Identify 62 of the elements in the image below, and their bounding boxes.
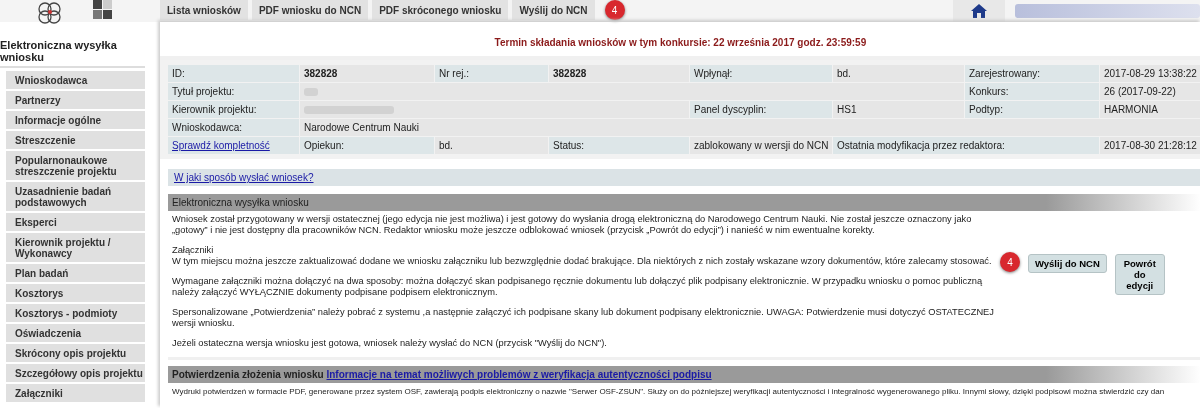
paragraph: Jeżeli ostateczna wersja wniosku jest gotowa, wniosek należy wysłać do NCN (przycisk "Wyślij do NCN"). xyxy=(172,338,608,349)
nav-tab[interactable]: Wyślij do NCN xyxy=(512,0,595,20)
field-value: 2017-08-30 21:28:12 xyxy=(1100,137,1200,154)
paragraph: W tym miejscu można jeszcze zaktualizować dodane we wniosku załączniku lub bezwzględnie dodać brakujące. Dla niektórych z nich zostały wskazane wzory dokumentów, które zalecamy stosować. xyxy=(172,256,993,267)
field-label: Kierownik projektu: xyxy=(168,101,299,118)
field-label: Wpłynął: xyxy=(690,65,832,82)
paragraph: Spersonalizowane „Potwierdzenia” należy pobrać z systemu ,a następnie załączyć ich podpisane skany lub dokument podpisany elektronicznie. UWAGA: Potwierdzenie musi dotyczyć OSTATECZNEJ wersji wniosku. xyxy=(172,307,995,329)
back-to-edit-button[interactable]: Powrót do edycji xyxy=(1114,254,1165,295)
field-label: Ostatnia modyfikacja przez redaktora: xyxy=(833,137,1099,154)
nav-tab[interactable]: Lista wniosków xyxy=(160,0,248,20)
home-button[interactable] xyxy=(953,0,1005,22)
field-label: Nr rej.: xyxy=(435,65,548,82)
paragraph: Wydruki potwierdzeń w formacie PDF, generowane przez system OSF, zawierają podpis elektroniczny o nazwie "Serwer OSF-ZSUN". Służy on do późniejszej weryfikacji autentyczności i integralność wygenerowanego pliku. Innymi słowy, dzięki podpisowi można stwierdzić czy dan xyxy=(171,386,1166,398)
sidebar-title: Elektroniczna wysyłka wniosku xyxy=(0,39,145,68)
field-value: 382828 xyxy=(549,65,689,82)
field-label: Panel dyscyplin: xyxy=(690,101,832,118)
field-value: zablokowany w wersji do NCN xyxy=(690,137,832,154)
sidebar-item[interactable]: Informacje ogólne xyxy=(6,111,145,129)
field-value: 382828 xyxy=(300,65,434,82)
check-completeness-link[interactable]: Sprawdź kompletność xyxy=(172,140,270,151)
sidebar-item[interactable]: Kierownik projektu / Wykonawcy xyxy=(6,233,145,262)
field-value: bd. xyxy=(833,65,964,82)
field-label: Status: xyxy=(549,137,689,154)
paragraph: Wymagane załączniki można dołączyć na dwa sposoby: można dołączyć skan podpisanego ręcznie dokumentu lub dołączyć plik podpisany elektronicznie. W przypadku wniosku o pomoc publiczną należy załączyć WYŁĄCZNIE dokumenty podpisane podpisem elektronicznym. xyxy=(172,276,984,298)
sidebar-item[interactable]: Popularnonaukowe streszczenie projektu xyxy=(6,151,145,180)
nav-tab[interactable]: PDF wniosku do NCN xyxy=(251,0,369,20)
sidebar-item[interactable]: Kosztorys xyxy=(6,284,145,302)
step-badge: 4 xyxy=(1000,252,1020,272)
sidebar-item[interactable]: Uzasadnienie badań podstawowych xyxy=(6,182,145,211)
sidebar-item[interactable]: Skrócony opis projektu xyxy=(6,344,145,362)
field-label: Konkurs: xyxy=(965,83,1099,100)
field-label: Wnioskodawca: xyxy=(168,119,299,136)
sidebar-item[interactable]: Plan badań xyxy=(6,264,145,282)
nav-tab[interactable]: PDF skróconego wniosku xyxy=(372,0,509,20)
field-value: 26 (2017-09-22) xyxy=(1100,83,1200,100)
field-label: Podtyp: xyxy=(965,101,1099,118)
signature-info-link[interactable]: Informacje na temat możliwych problemów z weryfikacja autentyczności podpisu xyxy=(326,369,712,380)
sidebar-item[interactable]: Partnerzy xyxy=(6,91,145,109)
sidebar-item[interactable]: Szczegółowy opis projektu xyxy=(6,364,145,382)
paragraph: Wniosek został przygotowany w wersji ostatecznej (jego edycja nie jest możliwa) i jest gotowy do wysłania drogą elektroniczną do Narodowego Centrum Nauki. Nie został jeszcze oznaczony jako „gotowy” i nie jest dostępny dla pracowników NCN. Redaktor wniosku może jeszcze odblokować wniosek (przycisk „Powrót do edycji”) i nanieść w nim ewentualne korekty. xyxy=(172,214,973,236)
field-value: bd. xyxy=(435,137,548,154)
sidebar-item[interactable]: Oświadczenia xyxy=(6,324,145,342)
field-value: Narodowe Centrum Nauki xyxy=(300,119,1200,136)
sidebar-item[interactable]: Wnioskodawca xyxy=(6,71,145,89)
logo-icon xyxy=(93,0,113,20)
step-badge: 4 xyxy=(604,0,625,20)
sidebar-item[interactable]: Kosztorys - podmioty xyxy=(6,304,145,322)
field-value: 2017-08-29 13:38:22 xyxy=(1100,65,1200,82)
sidebar-item[interactable]: Streszczenie xyxy=(6,131,145,149)
field-label: ID: xyxy=(168,65,299,82)
help-link[interactable]: W jaki sposób wysłać wniosek? xyxy=(174,172,314,183)
subheading: Załączniki xyxy=(172,245,215,256)
field-value: HARMONIA xyxy=(1100,101,1200,118)
send-button[interactable]: Wyślij do NCN xyxy=(1028,254,1107,273)
home-icon xyxy=(971,4,987,18)
field-label: Opiekun: xyxy=(300,137,434,154)
sidebar-item[interactable]: Załączniki xyxy=(6,384,145,402)
sidebar-item[interactable]: Eksperci xyxy=(6,213,145,231)
field-label: Tytuł projektu: xyxy=(168,83,299,100)
field-label: Zarejestrowany: xyxy=(965,65,1099,82)
field-value: HS1 xyxy=(833,101,964,118)
section-title: Potwierdzenia złożenia wniosku xyxy=(172,369,324,380)
